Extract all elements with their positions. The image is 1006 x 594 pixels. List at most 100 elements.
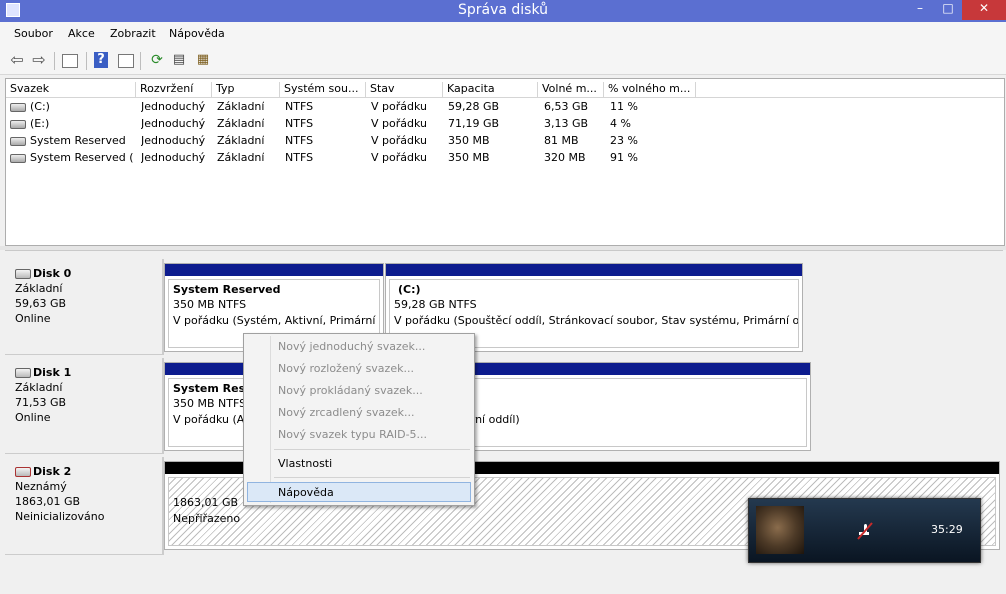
cell-system-souboru: NTFS <box>285 151 314 164</box>
rescan-icon[interactable]: ▤ <box>170 51 188 69</box>
partition-bar <box>165 264 383 276</box>
column-header-system-souboru[interactable]: Systém sou... <box>280 82 366 97</box>
cell-volne-misto: 81 MB <box>544 134 579 147</box>
toolbar: ⇦ ⇨ ? ⟳ ▤ ▦ <box>0 46 1006 75</box>
cell-rozvrzeni: Jednoduchý <box>141 100 206 113</box>
partition-name: (C:) <box>398 283 421 296</box>
menu-item-new-simple-volume[interactable]: Nový jednoduchý svazek... <box>278 340 425 353</box>
cell-rozvrzeni: Jednoduchý <box>141 151 206 164</box>
toolbar-separator <box>140 52 141 70</box>
disk-type: Základní <box>15 282 63 295</box>
cell-typ: Základní <box>217 134 265 147</box>
menu-item-new-striped-volume[interactable]: Nový prokládaný svazek... <box>278 384 423 397</box>
cell-typ: Základní <box>217 100 265 113</box>
disk-status: Neinicializováno <box>15 510 105 523</box>
column-header-kapacita[interactable]: Kapacita <box>443 82 538 97</box>
table-row[interactable]: System Reserved Jednoduchý Základní NTFS… <box>6 132 1004 149</box>
menu-item-help[interactable]: Nápověda <box>278 486 334 499</box>
help-icon[interactable]: ? <box>94 52 108 68</box>
partition-status: V pořádku (Systém, Aktivní, Primární odd… <box>173 314 379 327</box>
cell-procento-volneho: 23 % <box>610 134 638 147</box>
forward-icon[interactable]: ⇨ <box>30 51 48 69</box>
media-thumbnail <box>756 506 804 554</box>
cell-volne-misto: 320 MB <box>544 151 586 164</box>
cell-svazek: (E:) <box>30 117 50 130</box>
partition-fs: 350 MB NTFS <box>173 298 247 311</box>
volume-list[interactable]: Svazek Rozvržení Typ Systém sou... Stav … <box>5 78 1005 246</box>
cell-kapacita: 350 MB <box>448 151 490 164</box>
disk-name: Disk 1 <box>33 366 72 379</box>
disk-type: Neznámý <box>15 480 67 493</box>
cell-rozvrzeni: Jednoduchý <box>141 117 206 130</box>
column-header-procento-volneho[interactable]: % volného m... <box>604 82 696 97</box>
close-button[interactable]: ✕ <box>962 0 1006 20</box>
disk-name: Disk 0 <box>33 267 72 280</box>
disk-0-label[interactable]: Disk 0 Základní 59,63 GB Online <box>5 259 164 355</box>
unallocated-size: 1863,01 GB <box>173 496 239 509</box>
cell-stav: V pořádku <box>371 134 427 147</box>
column-header-svazek[interactable]: Svazek <box>6 82 136 97</box>
disk-icon <box>15 368 31 378</box>
disk-2-label[interactable]: Disk 2 Neznámý 1863,01 GB Neinicializová… <box>5 457 164 555</box>
back-icon[interactable]: ⇦ <box>8 51 26 69</box>
table-row[interactable]: System Reserved (... Jednoduchý Základní… <box>6 149 1004 166</box>
console-tree-icon[interactable] <box>62 54 78 68</box>
partition-name: System Reserved <box>173 382 243 395</box>
menu-napoveda[interactable]: Nápověda <box>169 27 225 40</box>
refresh-icon[interactable]: ⟳ <box>148 51 166 69</box>
partition-system-reserved-disk1[interactable]: System Reserved 350 MB NTFS V pořádku (A… <box>164 362 248 451</box>
cell-volne-misto: 6,53 GB <box>544 100 589 113</box>
disk-name: Disk 2 <box>33 465 72 478</box>
cell-stav: V pořádku <box>371 100 427 113</box>
volume-icon <box>10 119 26 129</box>
disk-status: Online <box>15 411 51 424</box>
menu-soubor[interactable]: Soubor <box>14 27 53 40</box>
media-player-overlay[interactable]: 35:29 <box>748 498 981 563</box>
partition-body: System Reserved 350 MB NTFS V pořádku (A… <box>168 378 244 447</box>
cell-kapacita: 59,28 GB <box>448 100 500 113</box>
properties-icon[interactable]: ▦ <box>194 51 212 69</box>
cell-procento-volneho: 4 % <box>610 117 631 130</box>
disk-size: 59,63 GB <box>15 297 67 310</box>
cell-svazek: (C:) <box>30 100 50 113</box>
cell-procento-volneho: 91 % <box>610 151 638 164</box>
menu-zobrazit[interactable]: Zobrazit <box>110 27 156 40</box>
volume-icon <box>10 136 26 146</box>
disk-size: 71,53 GB <box>15 396 67 409</box>
action-pane-icon[interactable] <box>118 54 134 68</box>
column-header-rozvrzeni[interactable]: Rozvržení <box>136 82 212 97</box>
volume-icon <box>10 102 26 112</box>
disk-status: Online <box>15 312 51 325</box>
column-header-volne-misto[interactable]: Volné m... <box>538 82 604 97</box>
cell-typ: Základní <box>217 117 265 130</box>
cell-system-souboru: NTFS <box>285 117 314 130</box>
mute-icon[interactable] <box>855 520 875 540</box>
menu-akce[interactable]: Akce <box>68 27 95 40</box>
volume-list-header: Svazek Rozvržení Typ Systém sou... Stav … <box>6 79 1004 98</box>
cell-kapacita: 71,19 GB <box>448 117 500 130</box>
cell-stav: V pořádku <box>371 151 427 164</box>
disk-error-icon <box>15 467 31 477</box>
partition-bar <box>165 363 247 375</box>
playback-time: 35:29 <box>931 523 963 536</box>
menu-item-new-mirrored-volume[interactable]: Nový zrcadlený svazek... <box>278 406 415 419</box>
disk-icon <box>15 269 31 279</box>
table-row[interactable]: (C:) Jednoduchý Základní NTFS V pořádku … <box>6 98 1004 115</box>
menu-item-new-spanned-volume[interactable]: Nový rozložený svazek... <box>278 362 414 375</box>
partition-fs: 59,28 GB NTFS <box>394 298 477 311</box>
maximize-button[interactable]: □ <box>934 0 962 20</box>
partition-fs: 350 MB NTFS <box>173 397 244 410</box>
cell-system-souboru: NTFS <box>285 134 314 147</box>
minimize-button[interactable]: – <box>906 0 934 20</box>
menu-item-new-raid5-volume[interactable]: Nový svazek typu RAID-5... <box>278 428 427 441</box>
unallocated-status: Nepřiřazeno <box>173 512 241 525</box>
menu-separator <box>274 477 470 478</box>
partition-name: System Reserved <box>173 283 281 296</box>
column-header-stav[interactable]: Stav <box>366 82 443 97</box>
menu-item-properties[interactable]: Vlastnosti <box>278 457 332 470</box>
menu-gutter <box>270 336 271 503</box>
column-header-typ[interactable]: Typ <box>212 82 280 97</box>
table-row[interactable]: (E:) Jednoduchý Základní NTFS V pořádku … <box>6 115 1004 132</box>
context-menu: Nový jednoduchý svazek... Nový rozložený… <box>243 333 475 506</box>
disk-1-label[interactable]: Disk 1 Základní 71,53 GB Online <box>5 358 164 454</box>
